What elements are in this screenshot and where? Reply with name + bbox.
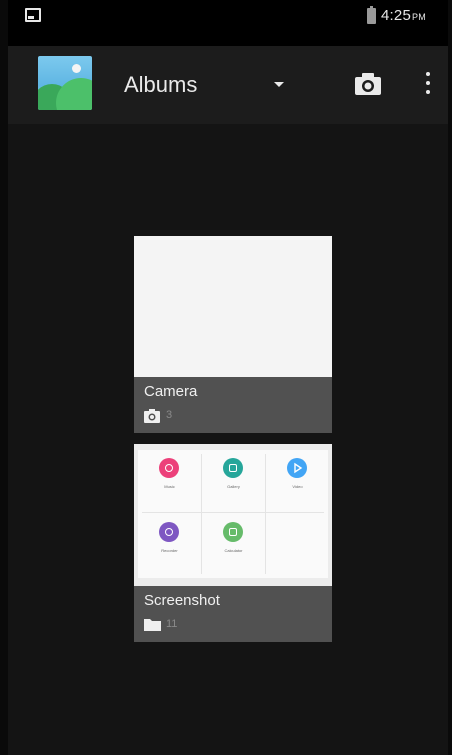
play-icon bbox=[287, 458, 307, 478]
album-screenshot[interactable]: Music Gallery Video Recorder Calculator … bbox=[134, 444, 332, 642]
album-camera[interactable]: Camera 3 bbox=[134, 236, 332, 433]
preview-app-calculator: Calculator bbox=[202, 514, 265, 576]
grid-divider bbox=[142, 512, 324, 513]
preview-app-label: Calculator bbox=[224, 548, 243, 553]
calculator-icon bbox=[223, 522, 243, 542]
gallery-app-icon[interactable] bbox=[38, 56, 92, 110]
calculator-glyph bbox=[229, 528, 237, 536]
image-icon bbox=[223, 458, 243, 478]
overflow-menu-button[interactable] bbox=[418, 68, 438, 100]
album-caption: Screenshot 11 bbox=[134, 586, 332, 642]
gallery-notification-icon bbox=[25, 8, 41, 22]
preview-app-label: Music bbox=[164, 484, 175, 489]
preview-app-gallery: Gallery bbox=[202, 450, 265, 512]
view-mode-spinner[interactable]: Albums bbox=[124, 70, 284, 100]
status-bar: 4:25PM bbox=[8, 0, 448, 46]
album-name: Screenshot bbox=[144, 592, 220, 609]
mic-icon bbox=[159, 522, 179, 542]
album-caption: Camera 3 bbox=[134, 377, 332, 433]
app-icon-sun bbox=[72, 64, 81, 73]
overflow-dot bbox=[426, 90, 430, 94]
album-count: 3 bbox=[166, 409, 173, 421]
preview-app-label: Video bbox=[292, 484, 303, 489]
preview-app-music: Music bbox=[138, 450, 201, 512]
play-glyph bbox=[294, 462, 303, 474]
camera-icon bbox=[144, 409, 160, 423]
camera-icon bbox=[355, 73, 381, 95]
battery-icon bbox=[367, 6, 376, 24]
app-icon-hill bbox=[56, 78, 92, 110]
album-thumbnail: Music Gallery Video Recorder Calculator bbox=[134, 444, 332, 586]
camera-button[interactable] bbox=[354, 72, 382, 96]
mic-glyph bbox=[165, 528, 173, 536]
preview-app-label: Recorder bbox=[161, 548, 178, 553]
preview-app-video: Video bbox=[266, 450, 329, 512]
screenshot-preview: Music Gallery Video Recorder Calculator bbox=[138, 450, 328, 578]
gallery-screen: 4:25PM Albums Camera 3 Music Gallery Vid… bbox=[8, 0, 448, 755]
album-name: Camera bbox=[144, 383, 198, 400]
status-time: 4:25PM bbox=[381, 7, 426, 24]
overflow-dot bbox=[426, 81, 430, 85]
status-time-value: 4:25 bbox=[381, 7, 411, 24]
dropdown-arrow-icon bbox=[274, 82, 284, 87]
action-bar: Albums bbox=[8, 46, 448, 124]
spinner-label: Albums bbox=[124, 72, 198, 97]
music-icon bbox=[159, 458, 179, 478]
music-glyph bbox=[165, 464, 173, 472]
status-time-ampm: PM bbox=[412, 12, 426, 22]
image-glyph bbox=[229, 464, 237, 472]
album-count: 11 bbox=[166, 618, 178, 630]
overflow-dot bbox=[426, 72, 430, 76]
folder-icon bbox=[144, 619, 161, 631]
album-thumbnail bbox=[134, 236, 332, 377]
preview-app-label: Gallery bbox=[227, 484, 240, 489]
preview-app-recorder: Recorder bbox=[138, 514, 201, 576]
